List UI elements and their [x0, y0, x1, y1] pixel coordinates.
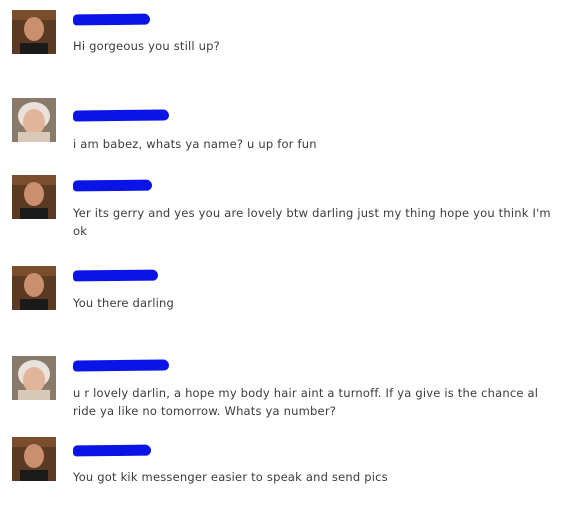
man-avatar[interactable] [12, 10, 56, 54]
man-avatar[interactable] [12, 437, 56, 481]
redacted-name [72, 179, 153, 192]
redacted-name [72, 109, 170, 122]
woman-avatar[interactable] [12, 356, 56, 400]
chat-thread: { "colors": { "redaction": "#0a14e6", "t… [0, 0, 581, 522]
man-avatar[interactable] [12, 266, 56, 310]
message-text: u r lovely darlin, a hope my body hair a… [73, 386, 539, 418]
man-avatar[interactable] [12, 175, 56, 219]
redacted-name [72, 269, 159, 282]
redacted-name [72, 444, 152, 457]
message-text: i am babez, whats ya name? u up for fun [73, 137, 317, 151]
message-text: Hi gorgeous you still up? [73, 39, 220, 53]
message-text: Yer its gerry and yes you are lovely btw… [73, 206, 551, 238]
redacted-name [72, 359, 170, 372]
message-text: You got kik messenger easier to speak an… [73, 470, 388, 484]
woman-avatar[interactable] [12, 98, 56, 142]
message-text: You there darling [73, 296, 175, 310]
redacted-name [72, 13, 151, 26]
